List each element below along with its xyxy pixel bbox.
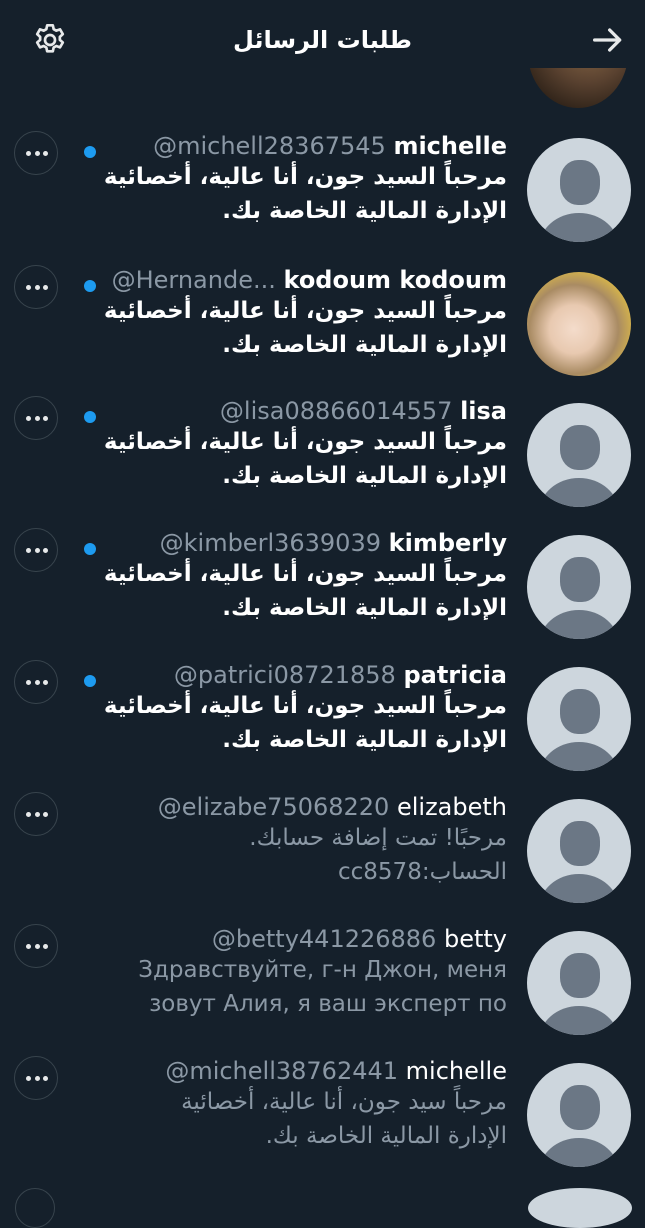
message-request-row[interactable]: @Hernande... kodoum kodoum مرحباً السيد ج… <box>0 262 645 394</box>
unread-dot-icon <box>84 675 96 687</box>
message-preview-line: الإدارة المالية الخاصة بك. <box>222 727 507 753</box>
more-horizontal-icon[interactable] <box>14 265 58 309</box>
message-preview-line: مرحبًا! تمت إضافة حسابك. <box>249 825 507 851</box>
avatar[interactable] <box>527 535 631 639</box>
message-request-row[interactable]: @patrici08721858 patricia مرحباً السيد جو… <box>0 657 645 789</box>
message-preview-line: Здравствуйте, г-н Джон, меня <box>138 957 507 983</box>
unread-dot-icon <box>84 411 96 423</box>
sender-line: @patrici08721858 patricia <box>174 657 507 693</box>
unread-dot-icon <box>84 146 96 158</box>
message-preview-line: الحساب:cc8578 <box>338 859 507 885</box>
sender-handle: @michell28367545 <box>153 132 386 160</box>
sender-name: michelle <box>393 132 507 160</box>
more-horizontal-icon[interactable] <box>14 660 58 704</box>
message-preview-line: الإدارة المالية الخاصة بك. <box>222 198 507 224</box>
sender-line: @elizabe75068220 elizabeth <box>158 789 507 825</box>
message-request-row[interactable]: @betty441226886 betty Здравствуйте, г-н Д… <box>0 921 645 1053</box>
unread-dot-icon <box>84 543 96 555</box>
avatar[interactable] <box>527 799 631 903</box>
message-request-row[interactable]: @lisa08866014557 lisa مرحباً السيد جون، أ… <box>0 393 645 525</box>
sender-handle: @Hernande... <box>111 266 276 294</box>
sender-handle: @lisa08866014557 <box>219 397 453 425</box>
message-preview: مرحباً السيد جون، أنا عالية، أخصائية الإد… <box>87 557 507 625</box>
unread-dot-icon <box>84 280 96 292</box>
message-preview-line: الإدارة المالية الخاصة بك. <box>265 1123 507 1149</box>
message-request-row[interactable]: @kimberl3639039 kimberly مرحباً السيد جون… <box>0 525 645 657</box>
more-horizontal-icon[interactable] <box>14 924 58 968</box>
avatar[interactable] <box>527 667 631 771</box>
sender-line: @kimberl3639039 kimberly <box>160 525 507 561</box>
message-preview-line: зовут Алия, я ваш эксперт по <box>149 991 507 1017</box>
sender-handle: @michell38762441 <box>165 1057 399 1085</box>
sender-line: @michell28367545 michelle <box>153 128 507 164</box>
message-preview-line: الإدارة المالية الخاصة بك. <box>222 595 507 621</box>
sender-line: @michell38762441 michelle <box>165 1053 507 1089</box>
avatar <box>15 1188 55 1228</box>
sender-name: betty <box>443 925 507 953</box>
message-preview: مرحباً السيد جون، أنا عالية، أخصائية الإد… <box>87 160 507 228</box>
message-preview-line: مرحباً السيد جون، أنا عالية، أخصائية <box>103 164 507 190</box>
sender-name: kodoum kodoum <box>283 266 508 294</box>
more-horizontal-icon[interactable] <box>14 396 58 440</box>
avatar <box>528 1188 632 1228</box>
more-horizontal-icon[interactable] <box>14 792 58 836</box>
message-preview: مرحباً سيد جون، أنا عالية، أخصائية الإدار… <box>87 1085 507 1153</box>
message-request-row[interactable]: @michell28367545 michelle مرحباً السيد جو… <box>0 128 645 260</box>
message-preview: Здравствуйте, г-н Джон, меня зовут Алия, … <box>87 953 507 1021</box>
message-preview-line: مرحباً السيد جون، أنا عالية، أخصائية <box>103 693 507 719</box>
avatar[interactable] <box>527 272 631 376</box>
page-title: طلبات الرسائل <box>233 26 412 54</box>
message-preview: مرحباً السيد جون، أنا عالية، أخصائية الإد… <box>87 689 507 757</box>
sender-handle: @betty441226886 <box>211 925 437 953</box>
message-preview-line: مرحباً السيد جون، أنا عالية، أخصائية <box>103 429 507 455</box>
message-preview-line: الإدارة المالية الخاصة بك. <box>222 332 507 358</box>
more-horizontal-icon[interactable] <box>14 131 58 175</box>
sender-line: @Hernande... kodoum kodoum <box>112 262 507 298</box>
sender-name: patricia <box>403 661 507 689</box>
sender-name: lisa <box>460 397 507 425</box>
message-request-row[interactable]: @elizabe75068220 elizabeth مرحبًا! تمت إض… <box>0 789 645 921</box>
message-preview-line: مرحباً السيد جون، أنا عالية، أخصائية <box>103 298 507 324</box>
more-horizontal-icon[interactable] <box>14 1056 58 1100</box>
sender-name: michelle <box>405 1057 507 1085</box>
avatar[interactable] <box>527 1063 631 1167</box>
sender-handle: @kimberl3639039 <box>159 529 381 557</box>
sender-name: kimberly <box>388 529 507 557</box>
sender-line: @lisa08866014557 lisa <box>220 393 507 429</box>
message-preview-line: مرحباً السيد جون، أنا عالية، أخصائية <box>103 561 507 587</box>
arrow-right-icon[interactable] <box>588 20 628 60</box>
avatar[interactable] <box>527 931 631 1035</box>
avatar[interactable] <box>527 403 631 507</box>
sender-name: elizabeth <box>396 793 507 821</box>
message-preview-line: الإدارة المالية الخاصة بك. <box>222 463 507 489</box>
message-preview-line: مرحباً سيد جون، أنا عالية، أخصائية <box>181 1089 507 1115</box>
sender-handle: @patrici08721858 <box>173 661 396 689</box>
sender-handle: @elizabe75068220 <box>157 793 390 821</box>
avatar[interactable] <box>527 138 631 242</box>
message-request-row[interactable]: @michell38762441 michelle مرحباً سيد جون،… <box>0 1053 645 1185</box>
message-preview: مرحباً السيد جون، أنا عالية، أخصائية الإد… <box>87 294 507 362</box>
sender-line: @betty441226886 betty <box>212 921 507 957</box>
message-preview: مرحباً السيد جون، أنا عالية، أخصائية الإد… <box>87 425 507 493</box>
message-preview: مرحبًا! تمت إضافة حسابك. الحساب:cc8578 <box>87 821 507 889</box>
more-horizontal-icon[interactable] <box>14 528 58 572</box>
